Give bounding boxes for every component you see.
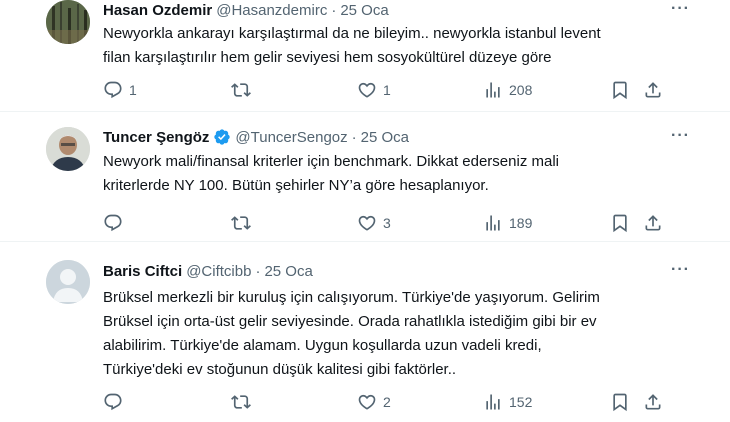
- tweet-date[interactable]: 25 Oca: [361, 129, 409, 146]
- tweet-actions: 3 189: [103, 212, 663, 234]
- tweet-text: Newyork mali/finansal kriterler için ben…: [103, 153, 559, 194]
- reply-button[interactable]: [103, 212, 129, 234]
- tweet-text: Brüksel merkezli bir kuruluş için calışı…: [103, 289, 600, 378]
- tweet[interactable]: Baris Ciftci @Ciftcibb · 25 Oca ··· Brük…: [0, 242, 730, 422]
- reply-button[interactable]: 1: [103, 79, 137, 101]
- bookmark-button[interactable]: [610, 79, 630, 101]
- tweet-actions: 1 1 208: [103, 79, 663, 101]
- author-handle[interactable]: @TuncerSengoz: [235, 129, 347, 146]
- bookmark-icon: [610, 213, 630, 233]
- like-button[interactable]: 2: [357, 391, 391, 413]
- more-icon[interactable]: ···: [671, 261, 690, 279]
- bookmark-button[interactable]: [610, 212, 630, 234]
- tweet-date[interactable]: 25 Oca: [340, 2, 388, 19]
- share-button[interactable]: [643, 391, 663, 413]
- like-count: 1: [383, 82, 391, 98]
- view-count: 189: [509, 215, 533, 231]
- views-button[interactable]: 208: [483, 79, 532, 101]
- like-button[interactable]: 3: [357, 212, 391, 234]
- share-icon: [643, 80, 663, 100]
- share-button[interactable]: [643, 79, 663, 101]
- view-count: 152: [509, 394, 533, 410]
- like-icon: [357, 213, 377, 233]
- views-button[interactable]: 189: [483, 212, 532, 234]
- tweet-date[interactable]: 25 Oca: [264, 263, 312, 280]
- share-icon: [643, 392, 663, 412]
- bookmark-icon: [610, 392, 630, 412]
- reply-count: 1: [129, 82, 137, 98]
- tweet[interactable]: Hasan Ozdemir @Hasanzdemirc · 25 Oca ···…: [0, 0, 730, 112]
- tweet-header: Hasan Ozdemir @Hasanzdemirc · 25 Oca: [103, 0, 389, 20]
- like-count: 2: [383, 394, 391, 410]
- reply-icon: [103, 80, 123, 100]
- separator-dot: ·: [351, 128, 357, 146]
- like-button[interactable]: 1: [357, 79, 391, 101]
- views-icon: [483, 80, 503, 100]
- separator-dot: ·: [255, 262, 261, 280]
- separator-dot: ·: [331, 1, 337, 19]
- author-name[interactable]: Tuncer Şengöz: [103, 129, 209, 146]
- tweet-text: Newyorkla ankarayı karşılaştırmal da ne …: [103, 25, 601, 66]
- views-icon: [483, 392, 503, 412]
- like-count: 3: [383, 215, 391, 231]
- tweet-header: Tuncer Şengöz @TuncerSengoz · 25 Oca: [103, 127, 409, 147]
- author-name[interactable]: Hasan Ozdemir: [103, 2, 212, 19]
- author-name[interactable]: Baris Ciftci: [103, 263, 182, 280]
- tweet[interactable]: Tuncer Şengöz @TuncerSengoz · 25 Oca ···…: [0, 112, 730, 242]
- more-icon[interactable]: ···: [671, 0, 690, 18]
- retweet-button[interactable]: [231, 391, 257, 413]
- like-icon: [357, 392, 377, 412]
- author-handle[interactable]: @Hasanzdemirc: [216, 2, 327, 19]
- avatar[interactable]: [46, 260, 90, 304]
- verified-badge-icon: [213, 128, 231, 146]
- share-button[interactable]: [643, 212, 663, 234]
- reply-button[interactable]: [103, 391, 129, 413]
- bookmark-icon: [610, 80, 630, 100]
- like-icon: [357, 80, 377, 100]
- avatar[interactable]: [46, 0, 90, 44]
- retweet-icon: [231, 392, 251, 412]
- author-handle[interactable]: @Ciftcibb: [186, 263, 251, 280]
- avatar-forest-image: [46, 0, 90, 44]
- avatar-person-image: [46, 127, 90, 171]
- views-icon: [483, 213, 503, 233]
- retweet-button[interactable]: [231, 79, 257, 101]
- view-count: 208: [509, 82, 533, 98]
- avatar[interactable]: [46, 127, 90, 171]
- reply-icon: [103, 392, 123, 412]
- views-button[interactable]: 152: [483, 391, 532, 413]
- tweet-actions: 2 152: [103, 391, 663, 413]
- default-avatar-icon: [46, 260, 90, 304]
- retweet-button[interactable]: [231, 212, 257, 234]
- bookmark-button[interactable]: [610, 391, 630, 413]
- more-icon[interactable]: ···: [671, 127, 690, 145]
- retweet-icon: [231, 80, 251, 100]
- tweet-header: Baris Ciftci @Ciftcibb · 25 Oca: [103, 261, 313, 281]
- retweet-icon: [231, 213, 251, 233]
- reply-icon: [103, 213, 123, 233]
- share-icon: [643, 213, 663, 233]
